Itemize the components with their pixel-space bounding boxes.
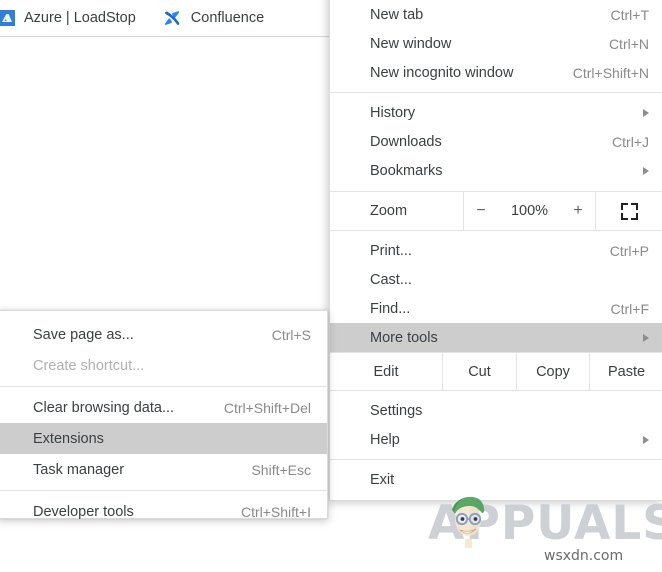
chrome-main-menu: New tab Ctrl+T New window Ctrl+N New inc… — [329, 0, 662, 501]
azure-favicon — [0, 10, 15, 26]
paste-button[interactable]: Paste — [589, 353, 662, 390]
submenu-item-task-manager[interactable]: Task manager Shift+Esc — [0, 454, 327, 485]
zoom-in-button[interactable]: + — [561, 192, 595, 230]
chevron-right-icon — [643, 333, 649, 342]
bookmark-label: Azure | LoadStop — [24, 10, 136, 26]
zoom-level-value: 100% — [510, 203, 549, 219]
menu-item-shortcut: Ctrl+P — [609, 242, 649, 259]
menu-item-label: Save page as... — [33, 326, 134, 343]
menu-item-more-tools[interactable]: More tools — [330, 323, 662, 352]
zoom-label: Zoom — [370, 203, 408, 219]
submenu-item-developer-tools[interactable]: Developer tools Ctrl+Shift+I — [0, 496, 327, 527]
menu-item-label: Developer tools — [33, 503, 134, 520]
menu-item-shortcut: Ctrl+Shift+I — [240, 503, 311, 520]
menu-separator — [330, 459, 662, 460]
menu-item-label: History — [370, 104, 416, 121]
menu-item-bookmarks[interactable]: Bookmarks — [330, 156, 662, 185]
copy-button[interactable]: Copy — [516, 353, 589, 390]
menu-item-shortcut: Ctrl+Shift+Del — [223, 399, 311, 416]
menu-separator — [0, 490, 327, 491]
menu-item-label: Task manager — [33, 461, 125, 478]
menu-item-downloads[interactable]: Downloads Ctrl+J — [330, 127, 662, 156]
menu-item-label: New tab — [370, 6, 424, 23]
submenu-item-save-page-as[interactable]: Save page as... Ctrl+S — [0, 319, 327, 350]
bookmark-item-azure[interactable]: Azure | LoadStop — [0, 4, 142, 32]
edit-label: Edit — [373, 363, 399, 380]
menu-item-shortcut: Shift+Esc — [251, 461, 311, 478]
menu-item-history[interactable]: History — [330, 98, 662, 127]
zoom-out-button[interactable]: − — [464, 192, 498, 230]
menu-item-cast[interactable]: Cast... — [330, 265, 662, 294]
menu-separator — [330, 92, 662, 93]
menu-item-label: Help — [370, 431, 400, 448]
fullscreen-button[interactable] — [595, 192, 662, 230]
menu-item-label: New incognito window — [370, 64, 514, 81]
fullscreen-icon — [621, 202, 638, 220]
menu-item-find[interactable]: Find... Ctrl+F — [330, 294, 662, 323]
menu-item-new-window[interactable]: New window Ctrl+N — [330, 29, 662, 58]
edit-row: Edit Cut Copy Paste — [330, 353, 662, 390]
menu-item-new-incognito-window[interactable]: New incognito window Ctrl+Shift+N — [330, 58, 662, 87]
menu-item-label: Exit — [370, 471, 395, 488]
zoom-row: Zoom − 100% + — [330, 192, 662, 230]
menu-item-exit[interactable]: Exit — [330, 465, 662, 494]
submenu-item-create-shortcut: Create shortcut... — [0, 350, 327, 381]
menu-item-label: More tools — [370, 329, 438, 346]
chevron-right-icon — [643, 108, 649, 117]
browser-menu-screenshot: Azure | LoadStop Confluence New tab Ctrl… — [0, 0, 662, 572]
menu-item-label: Bookmarks — [370, 162, 443, 179]
menu-item-label: Extensions — [33, 430, 104, 447]
bookmark-label: Confluence — [190, 10, 265, 26]
more-tools-submenu: Save page as... Ctrl+S Create shortcut..… — [0, 310, 328, 520]
bookmarks-bar: Azure | LoadStop Confluence — [0, 0, 329, 37]
menu-item-label: Print... — [370, 242, 412, 259]
submenu-item-extensions[interactable]: Extensions — [0, 423, 327, 454]
cut-button[interactable]: Cut — [442, 353, 516, 390]
menu-item-label: Find... — [370, 300, 411, 317]
submenu-item-clear-browsing-data[interactable]: Clear browsing data... Ctrl+Shift+Del — [0, 392, 327, 423]
menu-item-help[interactable]: Help — [330, 425, 662, 454]
menu-item-shortcut: Ctrl+Shift+N — [572, 64, 649, 81]
watermark-site-text: wsxdn.com — [544, 548, 624, 564]
menu-item-label: Cast... — [370, 271, 412, 288]
menu-item-settings[interactable]: Settings — [330, 396, 662, 425]
menu-item-shortcut: Ctrl+T — [610, 6, 650, 23]
menu-separator — [0, 386, 327, 387]
menu-item-shortcut: Ctrl+N — [608, 35, 649, 52]
watermark-brand-text: APPUALS — [428, 496, 662, 551]
zoom-controls: − 100% + — [463, 192, 595, 230]
menu-item-new-tab[interactable]: New tab Ctrl+T — [330, 0, 662, 29]
menu-item-label: Create shortcut... — [33, 357, 145, 374]
confluence-logo-icon — [162, 8, 182, 28]
menu-item-label: Downloads — [370, 133, 442, 150]
menu-item-label: New window — [370, 35, 452, 52]
menu-item-print[interactable]: Print... Ctrl+P — [330, 236, 662, 265]
menu-item-shortcut: Ctrl+J — [612, 133, 649, 150]
menu-item-shortcut: Ctrl+S — [271, 326, 311, 343]
menu-item-label: Settings — [370, 402, 423, 419]
menu-item-label: Clear browsing data... — [33, 399, 175, 416]
menu-item-shortcut: Ctrl+F — [610, 300, 650, 317]
bookmark-item-confluence[interactable]: Confluence — [156, 4, 270, 32]
chevron-right-icon — [643, 435, 649, 444]
chevron-right-icon — [643, 166, 649, 175]
